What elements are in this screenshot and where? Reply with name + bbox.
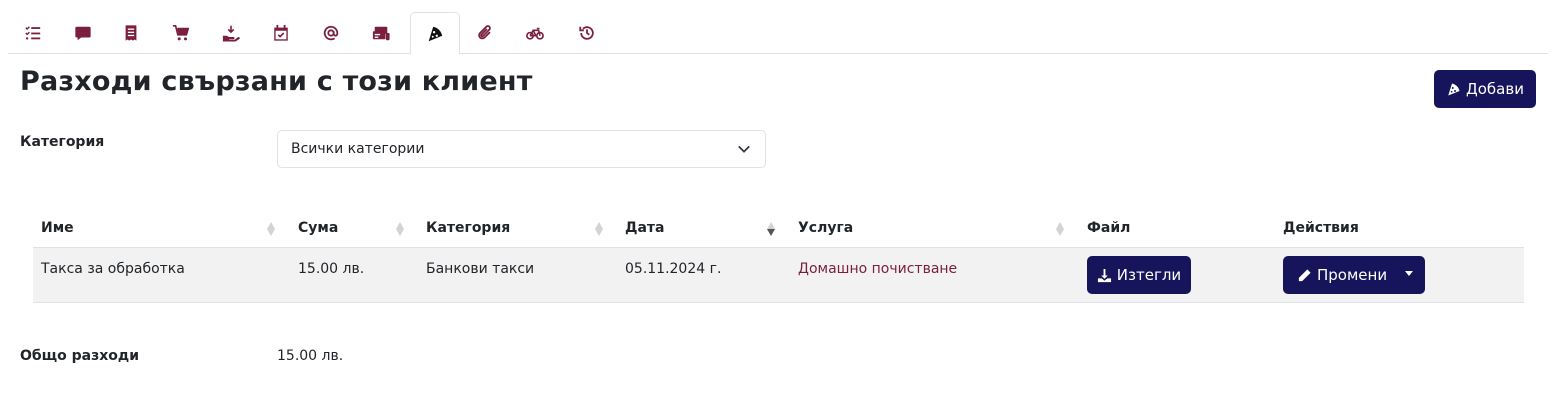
service-link[interactable]: Домашно почистване <box>798 261 957 277</box>
chevron-down-icon <box>738 145 750 153</box>
at-sign-icon <box>323 25 339 41</box>
hand-holding-icon <box>222 25 240 42</box>
table-header: Име Сума Категория Дата Услуга Файл Дейс… <box>33 208 1524 248</box>
dropdown-caret-icon[interactable] <box>1405 271 1413 276</box>
cart-icon <box>172 24 190 41</box>
tab-calendar[interactable] <box>256 12 306 54</box>
download-button-label: Изтегли <box>1116 266 1182 284</box>
cell-category: Банкови такси <box>426 261 535 277</box>
category-select[interactable]: Всички категории <box>277 130 766 168</box>
sort-icon[interactable] <box>594 221 604 237</box>
sort-desc-icon[interactable] <box>766 221 776 237</box>
calendar-check-icon <box>274 24 288 41</box>
tab-expenses[interactable] <box>410 12 460 55</box>
cell-amount: 15.00 лв. <box>298 261 365 277</box>
column-header-actions: Действия <box>1283 220 1359 236</box>
category-select-value: Всички категории <box>291 141 425 157</box>
pizza-slice-icon <box>1448 83 1460 95</box>
add-expense-button[interactable]: Добави <box>1434 70 1536 108</box>
sort-icon[interactable] <box>1055 221 1065 237</box>
cell-name: Такса за обработка <box>41 261 185 277</box>
tab-receipts[interactable] <box>106 12 156 54</box>
download-icon <box>1097 268 1111 282</box>
column-header-date[interactable]: Дата <box>625 220 664 236</box>
category-filter-label: Категория <box>20 134 105 150</box>
table-row: Такса за обработка 15.00 лв. Банкови так… <box>33 248 1524 303</box>
edit-button[interactable]: Промени <box>1283 256 1425 294</box>
column-header-category[interactable]: Категория <box>426 220 510 236</box>
tab-comments[interactable] <box>58 12 108 54</box>
tab-payments[interactable] <box>206 12 256 54</box>
history-icon <box>579 26 594 40</box>
pencil-icon <box>1298 268 1311 281</box>
expenses-table: Име Сума Категория Дата Услуга Файл Дейс… <box>33 208 1524 303</box>
tab-emails[interactable] <box>306 12 356 54</box>
add-button-label: Добави <box>1466 80 1524 98</box>
tab-tasks[interactable] <box>8 12 58 54</box>
money-cards-icon <box>372 26 390 41</box>
download-button[interactable]: Изтегли <box>1087 256 1191 294</box>
sort-icon[interactable] <box>266 221 276 237</box>
comment-icon <box>75 26 91 41</box>
receipt-icon <box>125 25 137 41</box>
column-header-name[interactable]: Име <box>41 220 74 236</box>
sort-icon[interactable] <box>395 221 405 237</box>
total-expenses-value: 15.00 лв. <box>277 348 344 364</box>
tab-orders[interactable] <box>156 12 206 54</box>
tab-attachments[interactable] <box>460 12 510 54</box>
total-expenses-label: Общо разходи <box>20 348 140 364</box>
cell-date: 05.11.2024 г. <box>625 261 722 277</box>
pizza-slice-icon <box>428 26 443 41</box>
bicycle-icon <box>526 27 544 40</box>
tab-invoices[interactable] <box>356 12 406 54</box>
paperclip-icon <box>478 25 491 40</box>
column-header-service[interactable]: Услуга <box>798 220 853 236</box>
edit-button-label: Промени <box>1317 266 1388 284</box>
tab-deliveries[interactable] <box>510 12 560 54</box>
list-check-icon <box>25 26 41 40</box>
tab-history[interactable] <box>562 12 612 54</box>
page-title: Разходи свързани с този клиент <box>20 66 533 97</box>
column-header-file: Файл <box>1087 220 1131 236</box>
tab-bar <box>8 12 1548 55</box>
column-header-amount[interactable]: Сума <box>298 220 338 236</box>
